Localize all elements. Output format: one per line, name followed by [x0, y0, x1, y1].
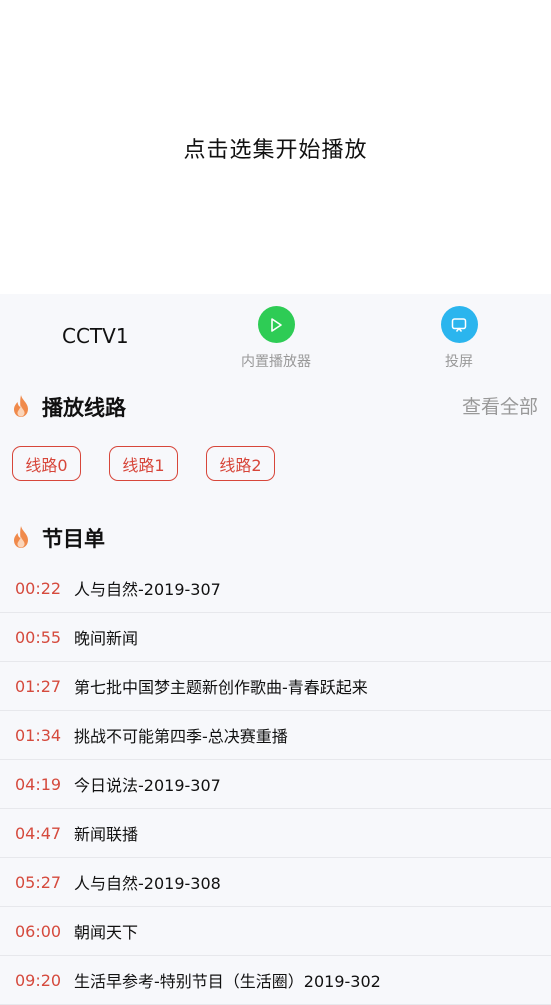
programs-section-header: 节目单: [0, 517, 551, 557]
program-time: 01:34: [15, 725, 62, 745]
cast-button[interactable]: 投屏: [409, 306, 509, 371]
video-player-area[interactable]: 点击选集开始播放: [0, 0, 551, 294]
program-list: 00:22 人与自然-2019-307 00:55 晚间新闻 01:27 第七批…: [0, 564, 551, 1005]
view-all-link[interactable]: 查看全部: [462, 392, 538, 419]
flame-icon: [11, 394, 31, 422]
player-hint-text: 点击选集开始播放: [183, 138, 368, 163]
program-title: 新闻联播: [74, 825, 139, 844]
builtin-player-button[interactable]: 内置播放器: [226, 306, 326, 371]
channel-name: CCTV1: [62, 324, 129, 348]
program-time: 00:22: [15, 578, 62, 598]
program-title: 朝闻天下: [74, 923, 139, 942]
cast-label: 投屏: [445, 354, 473, 370]
play-icon[interactable]: [257, 306, 295, 343]
program-row[interactable]: 00:22 人与自然-2019-307: [0, 564, 551, 613]
program-time: 04:47: [15, 823, 62, 843]
routes-section-header: 播放线路 查看全部: [0, 386, 551, 426]
programs-section-title: 节目单: [42, 527, 105, 551]
program-row[interactable]: 04:47 新闻联播: [0, 809, 551, 858]
program-title: 第七批中国梦主题新创作歌曲-青春跃起来: [74, 678, 368, 697]
program-title: 人与自然-2019-308: [74, 874, 221, 893]
channel-info-bar: CCTV1 内置播放器 投屏: [0, 294, 551, 378]
program-title: 晚间新闻: [74, 629, 139, 648]
program-time: 09:20: [15, 970, 62, 990]
program-time: 06:00: [15, 921, 62, 941]
builtin-player-label: 内置播放器: [241, 354, 311, 370]
route-button-1[interactable]: 线路1: [109, 446, 178, 481]
program-time: 05:27: [15, 872, 62, 892]
program-time: 00:55: [15, 627, 62, 647]
routes-section-title: 播放线路: [42, 396, 126, 420]
cast-icon[interactable]: [440, 306, 478, 343]
program-title: 生活早参考-特别节目（生活圈）2019-302: [74, 972, 381, 991]
program-row[interactable]: 00:55 晚间新闻: [0, 613, 551, 662]
program-row[interactable]: 06:00 朝闻天下: [0, 907, 551, 956]
flame-icon: [11, 525, 31, 553]
program-row[interactable]: 04:19 今日说法-2019-307: [0, 760, 551, 809]
program-title: 挑战不可能第四季-总决赛重播: [74, 727, 288, 746]
program-time: 04:19: [15, 774, 62, 794]
program-time: 01:27: [15, 676, 62, 696]
program-row[interactable]: 01:34 挑战不可能第四季-总决赛重播: [0, 711, 551, 760]
program-title: 今日说法-2019-307: [74, 776, 221, 795]
program-row[interactable]: 05:27 人与自然-2019-308: [0, 858, 551, 907]
program-row[interactable]: 09:20 生活早参考-特别节目（生活圈）2019-302: [0, 956, 551, 1005]
program-title: 人与自然-2019-307: [74, 580, 221, 599]
route-button-2[interactable]: 线路2: [206, 446, 275, 481]
route-button-0[interactable]: 线路0: [12, 446, 81, 481]
program-row[interactable]: 01:27 第七批中国梦主题新创作歌曲-青春跃起来: [0, 662, 551, 711]
